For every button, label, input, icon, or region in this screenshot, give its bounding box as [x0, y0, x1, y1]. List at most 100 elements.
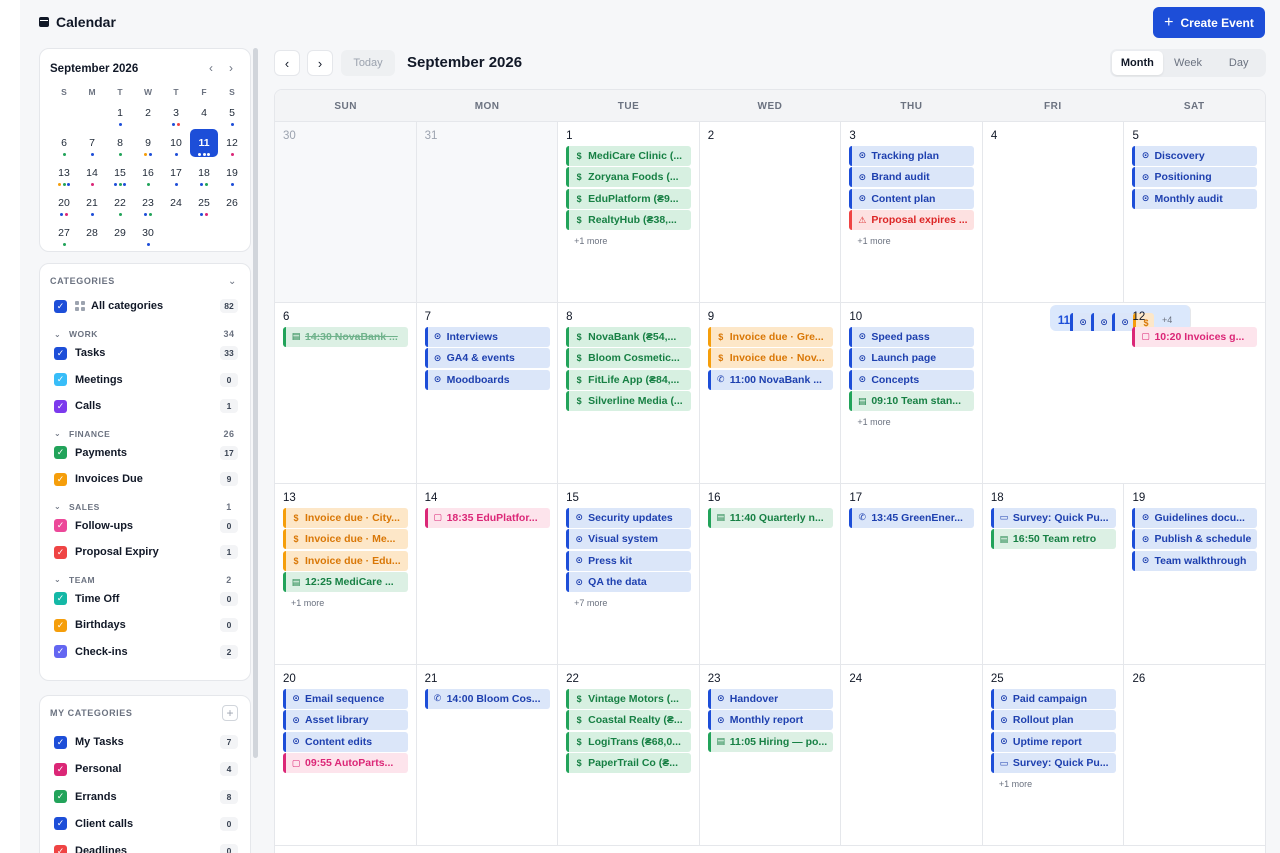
mini-day[interactable]: 2 [134, 99, 162, 127]
day-cell[interactable]: 2 [700, 122, 842, 302]
mini-day[interactable]: 27 [50, 219, 78, 247]
call-event[interactable]: ✆ 13:45 GreenEner... [849, 507, 975, 528]
task-event[interactable]: ⊙ Team walkthrough [1132, 550, 1258, 571]
personal-event[interactable]: ▢ 09:55 AutoParts... [283, 753, 408, 773]
checkbox-icon[interactable]: ✓ [54, 645, 67, 658]
task-event[interactable]: ⊙ Monthly audit [1132, 188, 1258, 209]
my-category-deadlines[interactable]: ✓ Deadlines 0 [54, 842, 238, 853]
view-week-button[interactable]: Week [1163, 51, 1214, 75]
payment-event[interactable]: $ NovaBank (₴54,... [566, 326, 692, 347]
day-cell[interactable]: 1 $ MediCare Clinic (... $ Zoryana Foods (..… [558, 122, 700, 302]
mini-day[interactable]: 30 [134, 219, 162, 247]
meeting-event[interactable]: ▤ 11:40 Quarterly n... [707, 507, 833, 528]
task-event[interactable]: ⊙ Publish & schedule [1132, 529, 1258, 549]
task-event[interactable]: ⊙ Positioning [1132, 167, 1258, 187]
mini-day[interactable]: 18 [190, 159, 218, 187]
day-cell[interactable]: 14 ▢ 18:35 EduPlatfor... [417, 484, 559, 664]
my-category-errands[interactable]: ✓ Errands 8 [54, 788, 238, 806]
payment-event[interactable]: $ EduPlatform (₴9... [566, 188, 692, 209]
chevron-down-icon[interactable]: ⌄ [54, 429, 67, 438]
more-events-link[interactable]: +7 more [566, 598, 691, 608]
personal-event[interactable]: ▢ 18:35 EduPlatfor... [424, 507, 550, 528]
task-event[interactable]: ⊙ Content edits [283, 731, 408, 752]
mini-day[interactable]: 11 [190, 129, 218, 157]
checkbox-icon[interactable]: ✓ [54, 519, 67, 532]
survey-event[interactable]: ▭ Survey: Quick Pu... [990, 753, 1116, 773]
more-events-link[interactable]: +1 more [991, 779, 1116, 789]
payment-event[interactable]: $ Bloom Cosmetic... [566, 348, 692, 368]
mini-day[interactable]: 9 [134, 129, 162, 157]
day-cell[interactable]: 21 ✆ 14:00 Bloom Cos... [417, 665, 559, 845]
checkbox-icon[interactable]: ✓ [54, 618, 67, 632]
payment-event[interactable]: $ Vintage Motors (... [566, 688, 692, 709]
mini-day[interactable]: 16 [134, 159, 162, 187]
day-cell[interactable]: 15 ⊙ Security updates ⊙ Visual system ⊙ Press … [558, 484, 700, 664]
category-time-off[interactable]: ✓ Time Off 0 [54, 590, 238, 608]
mini-day[interactable]: 3 [162, 99, 190, 127]
mini-day[interactable]: 23 [134, 189, 162, 217]
more-events-link[interactable]: +1 more [849, 236, 974, 246]
checkbox-icon[interactable]: ✓ [54, 299, 67, 313]
mini-day[interactable]: 26 [218, 189, 246, 217]
view-day-button[interactable]: Day [1213, 51, 1264, 75]
mini-day[interactable]: 7 [78, 129, 106, 157]
task-event[interactable]: ⊙ Interviews [424, 326, 550, 347]
task-event[interactable]: ⊙ Content plan [849, 188, 975, 209]
day-cell[interactable]: 12 ▢ 10:20 Invoices g... [1124, 303, 1265, 483]
task-event[interactable]: ⊙ Launch page [849, 348, 975, 368]
day-cell[interactable]: 6 ▤ 14:30 NovaBank ... [275, 303, 417, 483]
invoice-event[interactable]: $ Invoice due · Nov... [707, 348, 833, 368]
payment-event[interactable]: $ LogiTrans (₴68,0... [566, 731, 692, 752]
invoice-event[interactable]: $ Invoice due · Gre... [707, 326, 833, 347]
day-cell[interactable]: 7 ⊙ Interviews ⊙ GA4 & events ⊙ Moodboards [417, 303, 559, 483]
invoice-event[interactable]: $ Invoice due · Edu... [283, 550, 408, 571]
mini-prev-month-icon[interactable]: ‹ [202, 59, 220, 77]
proposal-event[interactable]: ⚠ Proposal expires ... [849, 210, 975, 230]
day-cell[interactable]: 26 [1124, 665, 1265, 845]
category-payments[interactable]: ✓ Payments 17 [54, 444, 238, 462]
checkbox-icon[interactable]: ✓ [54, 735, 67, 749]
checkbox-icon[interactable]: ✓ [54, 762, 67, 776]
mini-day[interactable]: 12 [218, 129, 246, 157]
payment-event[interactable]: $ FitLife App (₴84,... [566, 369, 692, 390]
day-cell[interactable]: 3 ⊙ Tracking plan ⊙ Brand audit ⊙ Content plan… [841, 122, 983, 302]
invoice-event[interactable]: $ Invoice due · Me... [283, 529, 408, 549]
category-group-work[interactable]: ⌄ WORK 34 [54, 327, 238, 341]
mini-day[interactable]: 21 [78, 189, 106, 217]
create-event-button[interactable]: + Create Event [1153, 7, 1265, 38]
task-event[interactable]: ⊙ Press kit [566, 550, 692, 571]
categories-collapse-icon[interactable]: ⌄ [228, 276, 236, 287]
task-event[interactable]: ⊙ Discovery [1132, 145, 1258, 166]
payment-event[interactable]: $ PaperTrail Co (₴... [566, 753, 692, 773]
checkbox-icon[interactable]: ✓ [54, 545, 67, 559]
task-event[interactable]: ⊙ Concepts [849, 369, 975, 390]
survey-event[interactable]: ▭ Survey: Quick Pu... [990, 507, 1116, 528]
task-event[interactable]: ⊙ Guidelines docu... [1132, 507, 1258, 528]
task-event[interactable]: ⊙Draft articles [1070, 312, 1092, 331]
chevron-down-icon[interactable]: ⌄ [54, 502, 67, 511]
mini-day[interactable]: 25 [190, 189, 218, 217]
task-event[interactable]: ⊙ Email sequence [283, 688, 408, 709]
mini-day[interactable]: 28 [78, 219, 106, 247]
day-cell[interactable]: 22 $ Vintage Motors (... $ Coastal Realty (₴… [558, 665, 700, 845]
my-category-my-tasks[interactable]: ✓ My Tasks 7 [54, 733, 238, 751]
sidebar-scrollbar[interactable] [253, 48, 258, 758]
day-cell[interactable]: 8 $ NovaBank (₴54,... $ Bloom Cosmetic... $ Fi… [558, 303, 700, 483]
day-cell[interactable]: 5 ⊙ Discovery ⊙ Positioning ⊙ Monthly audit [1124, 122, 1265, 302]
prev-month-button[interactable]: ‹ [274, 50, 300, 76]
payment-event[interactable]: $ Zoryana Foods (... [566, 167, 692, 187]
mini-day[interactable]: 20 [50, 189, 78, 217]
mini-day[interactable]: 4 [190, 99, 218, 127]
task-event[interactable]: ⊙Dashboards [1091, 312, 1112, 331]
checkbox-icon[interactable]: ✓ [54, 373, 67, 386]
checkbox-icon[interactable]: ✓ [54, 790, 67, 804]
add-category-button[interactable]: + [222, 705, 238, 721]
checkbox-icon[interactable]: ✓ [54, 844, 67, 853]
category-birthdays[interactable]: ✓ Birthdays 0 [54, 616, 238, 634]
day-cell[interactable]: 16 ▤ 11:40 Quarterly n... [700, 484, 842, 664]
task-event[interactable]: ⊙ Speed pass [849, 326, 975, 347]
task-event[interactable]: ⊙ Handover [707, 688, 833, 709]
mini-day[interactable]: 14 [78, 159, 106, 187]
checkbox-icon[interactable]: ✓ [54, 817, 67, 831]
day-cell[interactable]: 30 [275, 122, 417, 302]
